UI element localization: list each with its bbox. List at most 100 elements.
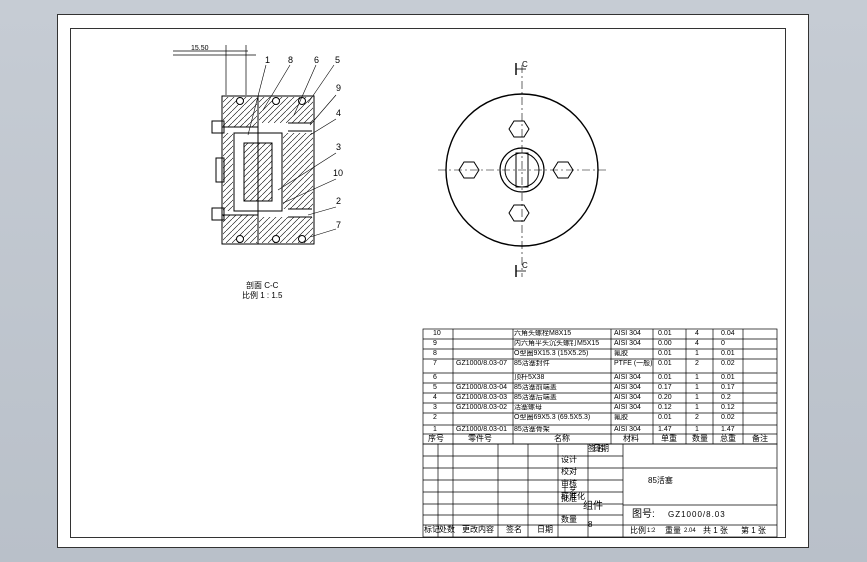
bom-cell-qty: 1 [695,384,699,391]
bom-cell-unit-weight: 0.17 [658,384,672,391]
bom-cell-unit-weight: 1.47 [658,426,672,433]
balloon-3: 3 [336,142,341,152]
bom-cell-name: 内六角平头沉头螺钉M5X15 [514,340,600,347]
drawing-no: GZ1000/8.03 [668,510,726,519]
bom-cell-total: 0.04 [721,330,735,337]
bom-cell-qty: 2 [695,414,699,421]
bom-cell-no: 10 [433,330,441,337]
weight-label: 重量 [665,526,681,535]
bom-cell-material: 氟胶 [614,414,628,421]
drawing-no-label: 图号: [632,509,655,520]
revision-date: 日期 [537,525,553,534]
balloon-9: 9 [336,83,341,93]
bom-cell-total: 0.02 [721,414,735,421]
section-scale: 比例 1 : 1.5 [242,290,283,300]
bom-cell-no: 7 [433,360,437,367]
bom-cell-total: 0.17 [721,384,735,391]
quantity-value: 8 [588,520,593,529]
bom-header-remark: 备注 [752,434,768,443]
hatching [223,97,313,243]
front-view [438,63,606,277]
bom-cell-code: GZ1000/8.03-04 [456,384,507,391]
scale-value: 1:2 [647,528,656,534]
bom-cell-unit-weight: 0.01 [658,330,672,337]
bom-header-total: 总重 [720,434,736,443]
bom-header-name: 名称 [554,434,570,443]
scale-label: 比例 [630,526,646,535]
bom-cell-material: PTFE (一般) [614,360,652,367]
bom-cell-material: AISI 304 [614,394,641,401]
date-header: 日期 [593,444,609,453]
bom-cell-no: 2 [433,414,437,421]
bom-cell-name: 85活塞封件 [514,360,550,367]
bom-cell-qty: 1 [695,394,699,401]
bom-cell-unit-weight: 0.01 [658,414,672,421]
balloon-7: 7 [336,220,341,230]
balloon-1: 1 [265,55,270,65]
section-title: 剖面 C-C [246,280,279,290]
sheets-total: 共 1 张 [703,526,728,535]
section-marker-top: C [522,60,528,69]
revision-sign: 签名 [506,525,522,534]
role-design: 设计 [561,455,577,464]
bom-cell-total: 0.02 [721,360,735,367]
dimension [173,45,256,95]
bom-cell-name: 85活塞前端盖 [514,384,557,391]
bom-cell-no: 9 [433,340,437,347]
bom-cell-unit-weight: 0.12 [658,404,672,411]
bom-cell-code: GZ1000/8.03-02 [456,404,507,411]
bom-cell-no: 5 [433,384,437,391]
bom-cell-total: 0.12 [721,404,735,411]
bom-cell-qty: 4 [695,340,699,347]
bom-cell-name: 顶杆5X38 [514,374,545,381]
section-marker-bottom: C [522,261,528,270]
bom-cell-total: 0.01 [721,374,735,381]
bom-cell-name: O型圈9X15.3 (15X5.25) [514,350,589,357]
bom-cell-total: 1.47 [721,426,735,433]
bom-cell-name: 85活塞后端盖 [514,394,557,401]
bom-cell-name: 85活塞骨架 [514,426,550,433]
bom-cell-material: AISI 304 [614,404,641,411]
bom-cell-qty: 1 [695,404,699,411]
balloon-4: 4 [336,108,341,118]
bom-cell-name: 六角头螺栓M8X15 [514,330,572,337]
bom-cell-material: AISI 304 [614,330,641,337]
role-approve: 批准 [561,494,577,503]
role-check: 校对 [561,467,577,476]
bom-header-qty: 数量 [692,434,708,443]
weight-value: 2.04 [684,528,696,534]
balloon-10: 10 [333,168,343,178]
bom-cell-material: AISI 304 [614,384,641,391]
balloon-6: 6 [314,55,319,65]
bom-cell-unit-weight: 0.01 [658,374,672,381]
bom-cell-qty: 1 [695,426,699,433]
bom-cell-qty: 1 [695,350,699,357]
bom-cell-name: 活塞螺母 [514,404,542,411]
title-block-grid [422,443,778,538]
bom-cell-material: AISI 304 [614,340,641,347]
bom-header-no: 序号 [428,434,444,443]
bom-cell-total: 0.01 [721,350,735,357]
bom-cell-no: 8 [433,350,437,357]
bom-cell-total: 0.2 [721,394,731,401]
bom-cell-name: O型圈69X5.3 (69.5X5.3) [514,414,591,421]
bom-header-code: 零件号 [468,434,492,443]
part-name: 85活塞 [648,476,673,485]
quantity-label: 数量 [561,515,577,524]
revision-content: 更改内容 [462,525,494,534]
balloon-2: 2 [336,196,341,206]
sheet-number: 第 1 张 [741,526,766,535]
bom-cell-qty: 1 [695,374,699,381]
bom-cell-no: 1 [433,426,437,433]
bom-cell-no: 3 [433,404,437,411]
bom-header-unit-weight: 单重 [661,434,677,443]
balloon-8: 8 [288,55,293,65]
bom-cell-unit-weight: 0.20 [658,394,672,401]
section-view: 15.50 1 8 6 5 9 4 3 10 2 7 剖面 C-C 比例 1:… [173,45,778,538]
assembly-label: 组件 [583,501,603,512]
bom-cell-no: 6 [433,374,437,381]
revision-count: 处数 [439,525,455,534]
bom-cell-unit-weight: 0.00 [658,340,672,347]
bom-cell-unit-weight: 0.01 [658,360,672,367]
bom-cell-code: GZ1000/8.03-03 [456,394,507,401]
